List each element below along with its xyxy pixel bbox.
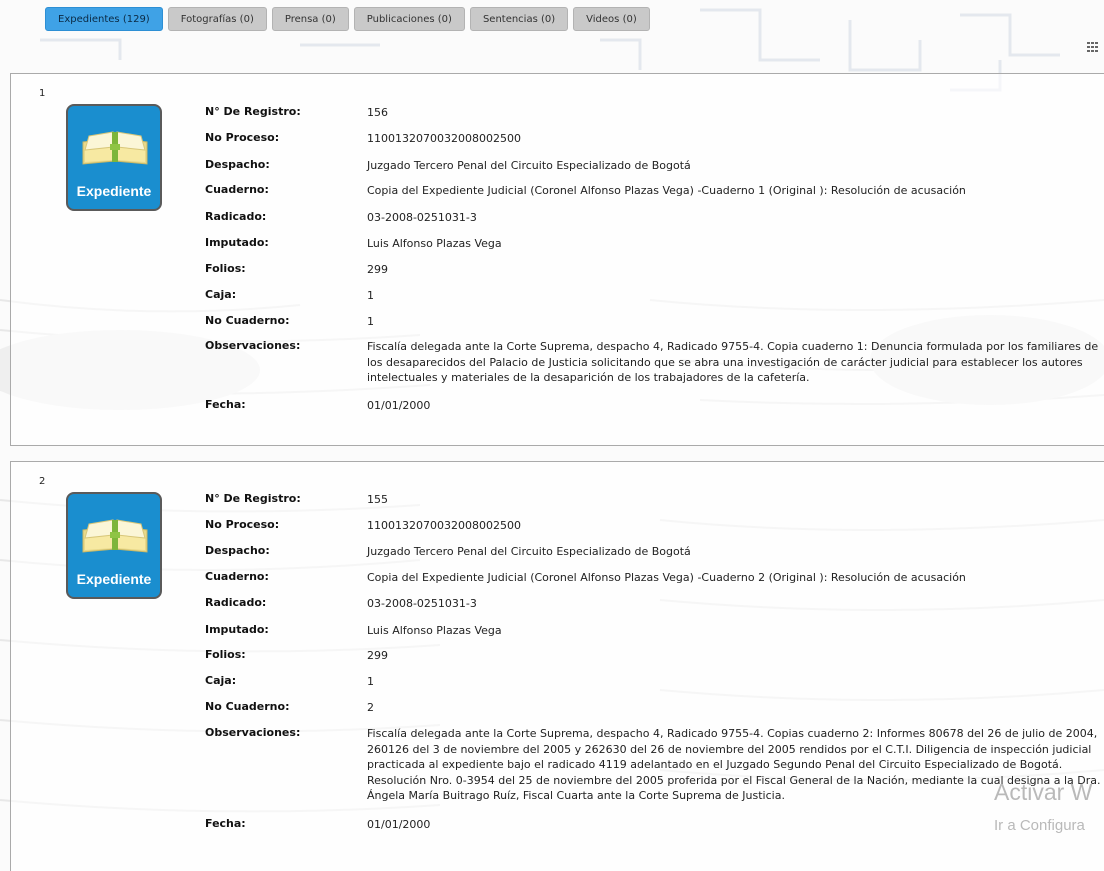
label-registro: N° De Registro: — [205, 492, 301, 505]
value-observaciones: Fiscalía delegada ante la Corte Suprema,… — [367, 340, 1099, 384]
label-proceso: No Proceso: — [205, 518, 280, 531]
value-imputado: Luis Alfonso Plazas Vega — [367, 237, 502, 250]
tab-publicaciones[interactable]: Publicaciones (0) — [353, 7, 465, 31]
grid-icon[interactable] — [1087, 42, 1099, 52]
value-no-cuaderno: 1 — [367, 315, 374, 328]
label-fecha: Fecha: — [205, 817, 246, 830]
tab-fotografias[interactable]: Fotografías (0) — [167, 7, 267, 31]
badge-label: Expediente — [76, 183, 152, 199]
record-index: 2 — [39, 476, 46, 487]
record-index: 1 — [39, 88, 46, 99]
label-radicado: Radicado: — [205, 596, 267, 609]
tab-videos[interactable]: Videos (0) — [573, 7, 650, 31]
label-proceso: No Proceso: — [205, 131, 280, 144]
label-no-cuaderno: No Cuaderno: — [205, 314, 290, 327]
expediente-badge[interactable]: Expediente — [66, 492, 162, 599]
activation-watermark-subtitle: Ir a Configura — [994, 817, 1085, 834]
value-despacho: Juzgado Tercero Penal del Circuito Espec… — [367, 159, 691, 172]
record-card: 1 Expediente N° De Registro: 156 No Proc… — [10, 73, 1104, 446]
category-tabs: Expedientes (129) Fotografías (0) Prensa… — [45, 7, 650, 31]
value-cuaderno: Copia del Expediente Judicial (Coronel A… — [367, 571, 966, 584]
label-despacho: Despacho: — [205, 544, 270, 557]
label-no-cuaderno: No Cuaderno: — [205, 700, 290, 713]
record-card: 2 Expediente N° De Registro: 155 No Proc… — [10, 461, 1104, 871]
value-caja: 1 — [367, 675, 374, 688]
label-observaciones: Observaciones: — [205, 339, 301, 352]
value-observaciones: Fiscalía delegada ante la Corte Suprema,… — [367, 727, 1101, 802]
value-registro: 156 — [367, 106, 388, 119]
value-radicado: 03-2008-0251031-3 — [367, 211, 477, 224]
open-book-icon — [82, 131, 148, 165]
value-imputado: Luis Alfonso Plazas Vega — [367, 624, 502, 637]
label-imputado: Imputado: — [205, 236, 269, 249]
tab-sentencias[interactable]: Sentencias (0) — [469, 7, 569, 31]
label-fecha: Fecha: — [205, 398, 246, 411]
open-book-icon — [82, 519, 148, 553]
value-fecha: 01/01/2000 — [367, 399, 431, 412]
value-proceso: 110013207003200800250​0 — [367, 132, 521, 145]
value-registro: 155 — [367, 493, 388, 506]
label-despacho: Despacho: — [205, 158, 270, 171]
badge-label: Expediente — [76, 571, 152, 587]
tab-prensa[interactable]: Prensa (0) — [271, 7, 349, 31]
label-folios: Folios: — [205, 262, 246, 275]
value-fecha: 01/01/2000 — [367, 818, 431, 831]
label-folios: Folios: — [205, 648, 246, 661]
label-caja: Caja: — [205, 674, 237, 687]
value-caja: 1 — [367, 289, 374, 302]
value-no-cuaderno: 2 — [367, 701, 374, 714]
label-cuaderno: Cuaderno: — [205, 183, 269, 196]
value-despacho: Juzgado Tercero Penal del Circuito Espec… — [367, 545, 691, 558]
label-cuaderno: Cuaderno: — [205, 570, 269, 583]
tab-expedientes[interactable]: Expedientes (129) — [45, 7, 163, 31]
value-folios: 299 — [367, 263, 388, 276]
value-radicado: 03-2008-0251031-3 — [367, 597, 477, 610]
label-radicado: Radicado: — [205, 210, 267, 223]
label-caja: Caja: — [205, 288, 237, 301]
value-folios: 299 — [367, 649, 388, 662]
value-proceso: 110013207003200800250​0 — [367, 519, 521, 532]
label-registro: N° De Registro: — [205, 105, 301, 118]
label-imputado: Imputado: — [205, 623, 269, 636]
value-cuaderno: Copia del Expediente Judicial (Coronel A… — [367, 184, 966, 197]
expediente-badge[interactable]: Expediente — [66, 104, 162, 211]
activation-watermark-title: Activar W — [994, 779, 1093, 805]
label-observaciones: Observaciones: — [205, 726, 301, 739]
